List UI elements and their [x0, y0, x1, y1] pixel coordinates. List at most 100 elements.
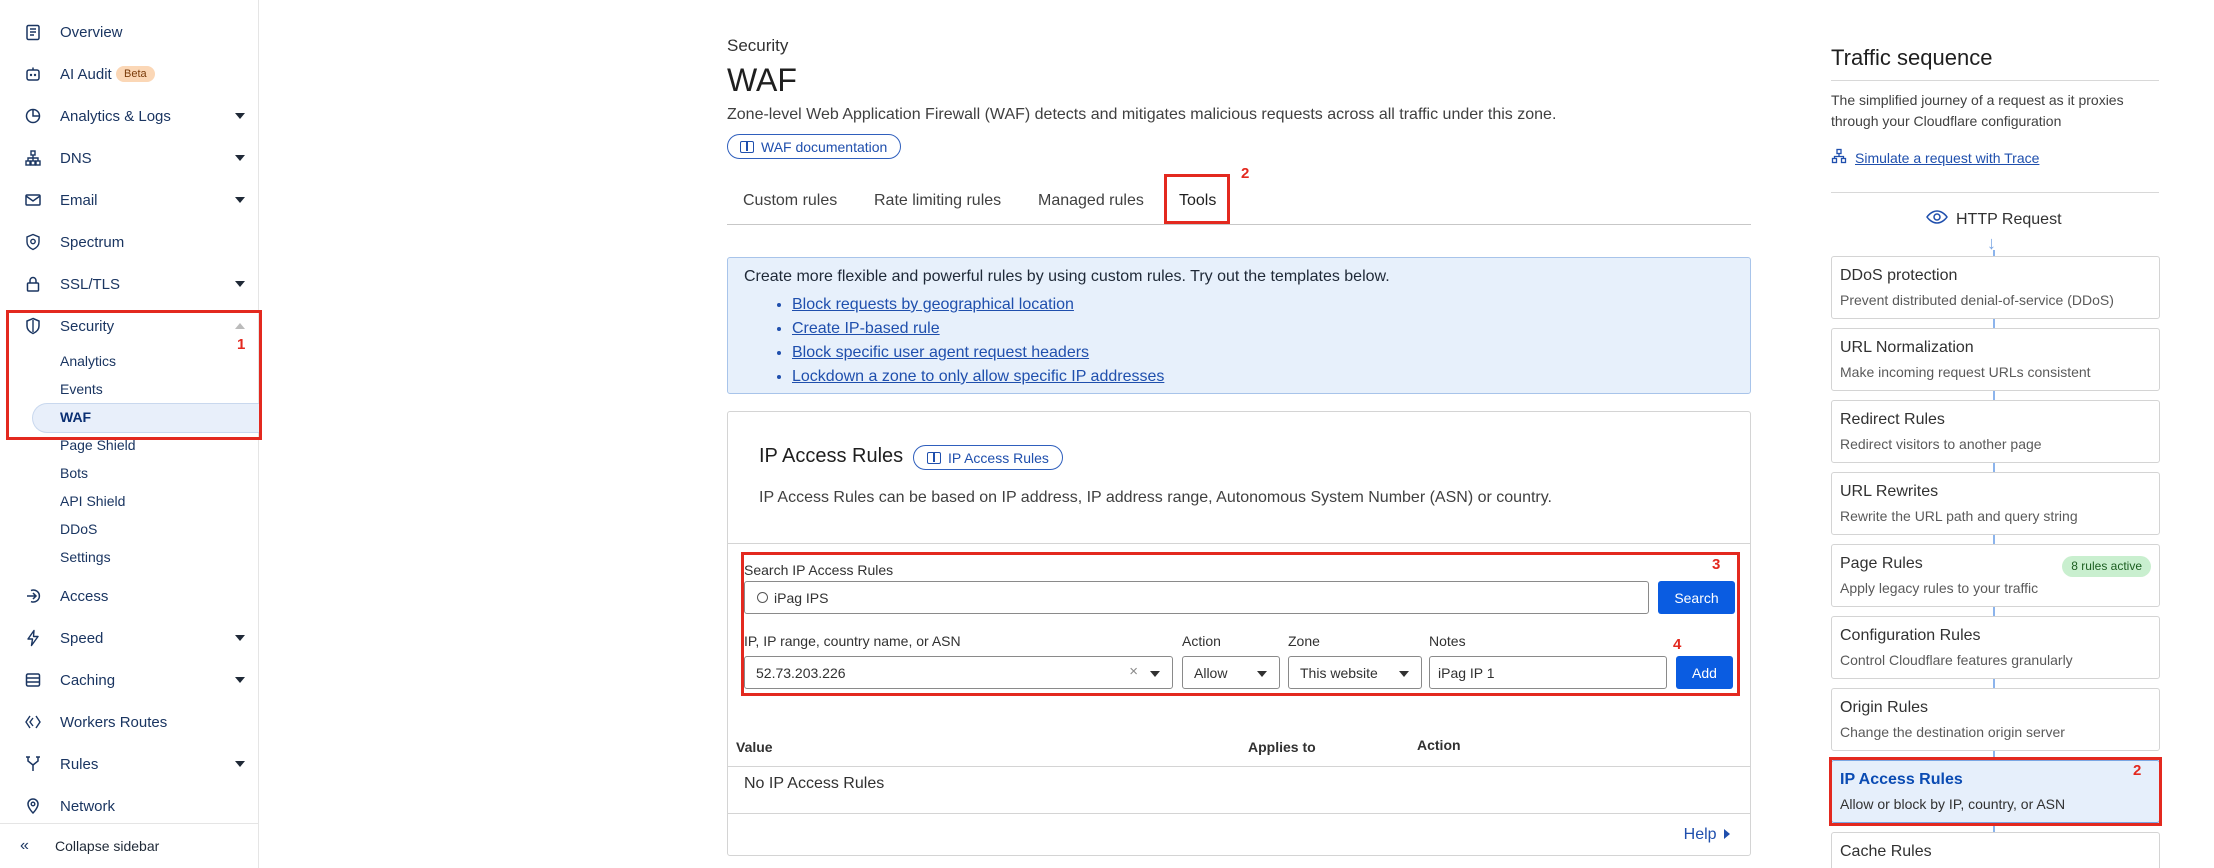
column-header-action: Action: [1417, 737, 1461, 753]
sidebar-subitem-api-shield[interactable]: API Shield: [60, 491, 125, 511]
database-icon: [24, 671, 42, 689]
sidebar-item-label: SSL/TLS: [60, 275, 121, 293]
network-tree-icon: [24, 149, 42, 167]
sequence-step-url-rewrites[interactable]: URL Rewrites Rewrite the URL path and qu…: [1831, 472, 2160, 535]
ip-access-rules-title: IP Access Rules: [759, 445, 904, 467]
sidebar-item-ai-audit[interactable]: AI Audit Beta: [0, 59, 258, 89]
step-title: URL Rewrites: [1840, 483, 1939, 500]
chevron-down-icon: [235, 677, 245, 683]
waf-documentation-label: WAF documentation: [761, 138, 888, 155]
sequence-step-ddos[interactable]: DDoS protection Prevent distributed deni…: [1831, 256, 2160, 319]
divider: [1831, 80, 2159, 81]
sidebar-item-label: Speed: [60, 629, 104, 647]
help-link[interactable]: Help: [1684, 826, 1730, 844]
step-subtitle: Rewrite the URL path and query string: [1840, 508, 2078, 524]
step-title: URL Normalization: [1840, 339, 1974, 356]
simulate-trace-link[interactable]: Simulate a request with Trace: [1831, 148, 2039, 167]
sequence-step-redirect-rules[interactable]: Redirect Rules Redirect visitors to anot…: [1831, 400, 2160, 463]
annotation-number: 2: [2133, 762, 2142, 779]
chevron-down-icon: [235, 197, 245, 203]
sequence-step-url-normalization[interactable]: URL Normalization Make incoming request …: [1831, 328, 2160, 391]
page-description: Zone-level Web Application Firewall (WAF…: [727, 106, 1557, 123]
sidebar-item-caching[interactable]: Caching: [0, 665, 258, 695]
template-link-lockdown[interactable]: Lockdown a zone to only allow specific I…: [792, 368, 1164, 385]
sidebar-item-spectrum[interactable]: Spectrum: [0, 227, 258, 257]
sidebar-item-label: Email: [60, 191, 98, 209]
waf-tabs: Custom rules Rate limiting rules Managed…: [727, 175, 1751, 225]
sequence-step-origin-rules[interactable]: Origin Rules Change the destination orig…: [1831, 688, 2160, 751]
step-title: DDoS protection: [1840, 267, 1958, 284]
sequence-step-cache-rules[interactable]: Cache Rules: [1831, 832, 2160, 868]
sidebar-item-label: Rules: [60, 755, 99, 773]
sidebar-item-rules[interactable]: Rules: [0, 749, 258, 779]
shield-gear-icon: [24, 233, 42, 251]
book-icon: [740, 140, 754, 153]
sidebar-item-label: Workers Routes: [60, 713, 168, 731]
double-chevron-left-icon: «: [20, 837, 29, 854]
annotation-box-tools-tab: [1164, 174, 1230, 224]
sidebar-subitem-settings[interactable]: Settings: [60, 547, 111, 567]
table-empty-state: No IP Access Rules: [744, 775, 885, 792]
workers-diamond-icon: [24, 713, 42, 731]
step-title: Cache Rules: [1840, 843, 1932, 860]
access-arrow-icon: [24, 587, 42, 605]
annotation-number: 1: [237, 336, 246, 353]
chevron-down-icon: [235, 281, 245, 287]
sidebar-subitem-ddos[interactable]: DDoS: [60, 519, 97, 539]
column-header-value[interactable]: Value: [736, 739, 773, 755]
sidebar-item-overview[interactable]: Overview: [0, 17, 258, 47]
sidebar-item-ssl-tls[interactable]: SSL/TLS: [0, 269, 258, 299]
rules-fork-icon: [24, 755, 42, 773]
ip-access-rules-description: IP Access Rules can be based on IP addre…: [759, 489, 1552, 506]
table-header: Value Applies to Action: [728, 723, 1750, 767]
divider: [728, 543, 1750, 544]
help-label: Help: [1683, 826, 1717, 843]
step-subtitle: Prevent distributed denial-of-service (D…: [1840, 292, 2114, 308]
waf-documentation-link[interactable]: WAF documentation: [727, 134, 902, 159]
sidebar-item-label: AI Audit: [60, 65, 112, 83]
step-subtitle: Change the destination origin server: [1840, 724, 2065, 740]
sequence-step-page-rules[interactable]: Page Rules 8 rules active Apply legacy r…: [1831, 544, 2160, 607]
annotation-box-ip-form: [741, 552, 1740, 696]
sidebar-item-email[interactable]: Email: [0, 185, 258, 215]
collapse-sidebar-button[interactable]: « Collapse sidebar: [0, 823, 258, 868]
sidebar-item-speed[interactable]: Speed: [0, 623, 258, 653]
eye-icon: [1926, 210, 1948, 229]
template-link-geo[interactable]: Block requests by geographical location: [792, 296, 1074, 313]
beta-badge: Beta: [116, 66, 155, 82]
tab-rate-limiting-rules[interactable]: Rate limiting rules: [874, 189, 1001, 213]
annotation-number: 2: [1241, 165, 1250, 182]
sequence-step-configuration-rules[interactable]: Configuration Rules Control Cloudflare f…: [1831, 616, 2160, 679]
step-title: Page Rules: [1840, 555, 1923, 572]
sidebar-item-label: Analytics & Logs: [60, 107, 171, 125]
tab-managed-rules[interactable]: Managed rules: [1038, 189, 1144, 213]
list-item: Create IP-based rule: [792, 317, 1164, 341]
sidebar-item-label: Overview: [60, 23, 123, 41]
column-header-applies-to[interactable]: Applies to: [1248, 739, 1316, 755]
annotation-number: 3: [1712, 556, 1721, 573]
traffic-sequence-title: Traffic sequence: [1831, 45, 1993, 70]
sidebar-item-workers-routes[interactable]: Workers Routes: [0, 707, 258, 737]
lightning-icon: [24, 629, 42, 647]
template-link-user-agent[interactable]: Block specific user agent request header…: [792, 344, 1089, 361]
rules-active-badge: 8 rules active: [2062, 556, 2151, 577]
http-request-label: HTTP Request: [1956, 210, 2062, 228]
tab-custom-rules[interactable]: Custom rules: [743, 189, 837, 213]
sidebar-item-label: Caching: [60, 671, 116, 689]
divider: [1831, 192, 2159, 193]
template-link-ip-based[interactable]: Create IP-based rule: [792, 320, 940, 337]
lock-icon: [24, 275, 42, 293]
sidebar-item-analytics-logs[interactable]: Analytics & Logs: [0, 101, 258, 131]
list-item: Block requests by geographical location: [792, 293, 1164, 317]
sidebar-item-access[interactable]: Access: [0, 581, 258, 611]
breadcrumb: Security: [727, 36, 789, 55]
step-subtitle: Make incoming request URLs consistent: [1840, 364, 2091, 380]
ip-access-rules-doc-link[interactable]: IP Access Rules: [913, 445, 1063, 470]
annotation-box-security: [6, 310, 262, 440]
annotation-number: 4: [1673, 636, 1682, 653]
sidebar-item-dns[interactable]: DNS: [0, 143, 258, 173]
collapse-sidebar-label: Collapse sidebar: [55, 838, 160, 854]
sidebar-item-label: DNS: [60, 149, 92, 167]
sidebar-subitem-bots[interactable]: Bots: [60, 463, 88, 483]
sidebar-item-network[interactable]: Network: [0, 791, 258, 821]
